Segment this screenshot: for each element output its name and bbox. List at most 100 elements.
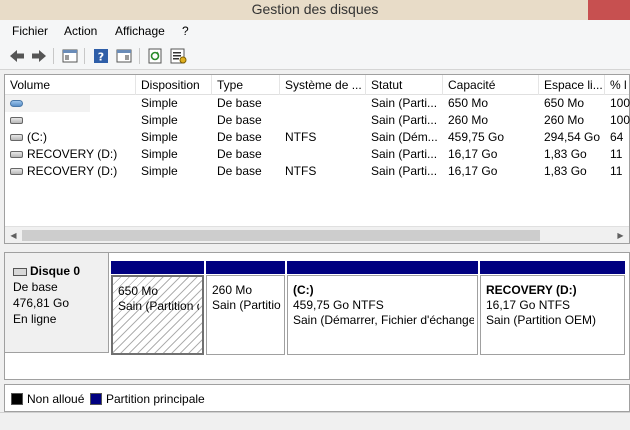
volume-free-space: 650 Mo	[544, 96, 585, 110]
menu-affichage[interactable]: Affichage	[115, 24, 165, 38]
settings-list-icon[interactable]	[169, 47, 187, 65]
volume-capacity: 16,17 Go	[448, 147, 498, 161]
partition-status: Sain (Partition OEM)	[486, 313, 597, 327]
blue-volume-icon	[10, 100, 23, 108]
disk-state: En ligne	[13, 312, 57, 326]
volume-disposition: Simple	[141, 96, 178, 110]
partition-status: Sain (Démarrer, Fichier d'échange	[293, 313, 474, 327]
toolbar-separator	[53, 48, 54, 64]
forward-arrow-icon[interactable]	[30, 47, 48, 65]
menu-fichier[interactable]: Fichier	[12, 24, 48, 38]
column-header-volume[interactable]: Volume	[5, 75, 136, 95]
disk-info[interactable]: Disque 0 De base 476,81 Go En ligne	[5, 253, 109, 353]
volume-status: Sain (Parti...	[371, 96, 438, 110]
volume-free-space: 294,54 Go	[544, 130, 601, 144]
pane-splitter[interactable]	[0, 244, 630, 252]
volume-disposition: Simple	[141, 147, 178, 161]
volume-free-space: 1,83 Go	[544, 147, 587, 161]
horizontal-scrollbar[interactable]: ◀ ▶	[5, 226, 629, 243]
volume-capacity: 650 Mo	[448, 96, 489, 110]
status-bar	[0, 412, 630, 430]
disk-size: 476,81 Go	[13, 296, 70, 310]
partition-size: 260 Mo	[212, 283, 253, 297]
partition-band	[206, 261, 285, 274]
legend-label-primary: Partition principale	[106, 392, 205, 406]
volume-free-space: 1,83 Go	[544, 164, 587, 178]
partition-band	[287, 261, 478, 274]
refresh-icon[interactable]	[146, 47, 164, 65]
table-row[interactable]: Simple De base Sain (Parti... 260 Mo 260…	[5, 112, 630, 129]
volume-filesystem: NTFS	[285, 130, 317, 144]
table-row[interactable]: Simple De base Sain (Parti... 650 Mo 650…	[5, 95, 630, 112]
partition-name: (C:)	[293, 283, 314, 297]
disk-icon	[13, 267, 27, 276]
volume-list-header: Volume Disposition Type Système de ... S…	[5, 75, 629, 95]
console-tree-icon[interactable]	[61, 47, 79, 65]
volume-free-space: 260 Mo	[544, 113, 585, 127]
legend-swatch-unallocated	[11, 393, 23, 405]
volume-disposition: Simple	[141, 130, 178, 144]
partition-name: RECOVERY (D:)	[486, 283, 577, 297]
volume-type: De base	[217, 130, 262, 144]
help-icon[interactable]: ?	[92, 47, 110, 65]
column-header-free-space[interactable]: Espace li...	[539, 75, 605, 95]
partition-block[interactable]: 260 Mo Sain (Partitio	[206, 261, 285, 355]
column-header-filesystem[interactable]: Système de ...	[280, 75, 366, 95]
close-button[interactable]	[588, 0, 630, 20]
volume-status: Sain (Parti...	[371, 113, 438, 127]
column-header-percent-free[interactable]: % l	[605, 75, 630, 95]
volume-icon	[10, 151, 23, 159]
volume-disposition: Simple	[141, 113, 178, 127]
column-header-status[interactable]: Statut	[366, 75, 443, 95]
menu-help[interactable]: ?	[182, 24, 189, 38]
partition-size: 650 Mo	[118, 284, 159, 298]
volume-capacity: 16,17 Go	[448, 164, 498, 178]
legend-swatch-primary	[90, 393, 102, 405]
menu-bar: Fichier Action Affichage ?	[0, 20, 630, 42]
disk-map: Disque 0 De base 476,81 Go En ligne 650 …	[4, 252, 630, 380]
menu-action[interactable]: Action	[64, 24, 97, 38]
volume-status: Sain (Dém...	[371, 130, 438, 144]
volume-list: Volume Disposition Type Système de ... S…	[4, 74, 630, 244]
volume-type: De base	[217, 113, 262, 127]
volume-status: Sain (Parti...	[371, 147, 438, 161]
partition-body: RECOVERY (D:) 16,17 Go NTFS Sain (Partit…	[480, 275, 625, 355]
table-row[interactable]: (C:) Simple De base NTFS Sain (Dém... 45…	[5, 129, 629, 146]
scroll-right-icon[interactable]: ▶	[612, 227, 629, 244]
volume-filesystem	[280, 112, 366, 129]
volume-percent-free: 11	[610, 164, 623, 178]
column-header-type[interactable]: Type	[212, 75, 280, 95]
back-arrow-icon[interactable]	[8, 47, 26, 65]
partition-size: 459,75 Go NTFS	[293, 298, 384, 312]
volume-filesystem	[280, 95, 366, 112]
partition-band	[480, 261, 625, 274]
volume-percent-free: 64	[610, 130, 624, 144]
column-header-capacity[interactable]: Capacité	[443, 75, 539, 95]
volume-filesystem	[280, 146, 366, 163]
column-header-disposition[interactable]: Disposition	[136, 75, 212, 95]
table-row[interactable]: RECOVERY (D:) Simple De base Sain (Parti…	[5, 146, 629, 163]
volume-icon	[10, 134, 23, 142]
properties-icon[interactable]	[115, 47, 133, 65]
scrollbar-thumb[interactable]	[22, 230, 540, 241]
partition-band	[111, 261, 204, 274]
volume-percent-free: 100	[610, 96, 630, 110]
volume-percent-free: 100	[610, 113, 630, 127]
toolbar: ?	[0, 42, 630, 70]
volume-name: (C:)	[27, 130, 47, 144]
disk-name: Disque 0	[30, 264, 81, 278]
legend-label-unallocated: Non alloué	[27, 392, 85, 406]
table-row[interactable]: RECOVERY (D:) Simple De base NTFS Sain (…	[5, 163, 629, 180]
volume-type: De base	[217, 96, 262, 110]
volume-filesystem: NTFS	[285, 164, 317, 178]
partition-block[interactable]: (C:) 459,75 Go NTFS Sain (Démarrer, Fich…	[287, 261, 478, 355]
volume-icon	[10, 117, 23, 125]
partition-status: Sain (Partitio	[212, 298, 281, 312]
partition-block[interactable]: 650 Mo Sain (Partition d	[111, 261, 204, 355]
legend: Non alloué Partition principale	[4, 384, 630, 412]
partition-body: (C:) 459,75 Go NTFS Sain (Démarrer, Fich…	[287, 275, 478, 355]
partition-body: 260 Mo Sain (Partitio	[206, 275, 285, 355]
volume-percent-free: 11	[610, 147, 623, 161]
scroll-left-icon[interactable]: ◀	[5, 227, 22, 244]
partition-block[interactable]: RECOVERY (D:) 16,17 Go NTFS Sain (Partit…	[480, 261, 625, 355]
